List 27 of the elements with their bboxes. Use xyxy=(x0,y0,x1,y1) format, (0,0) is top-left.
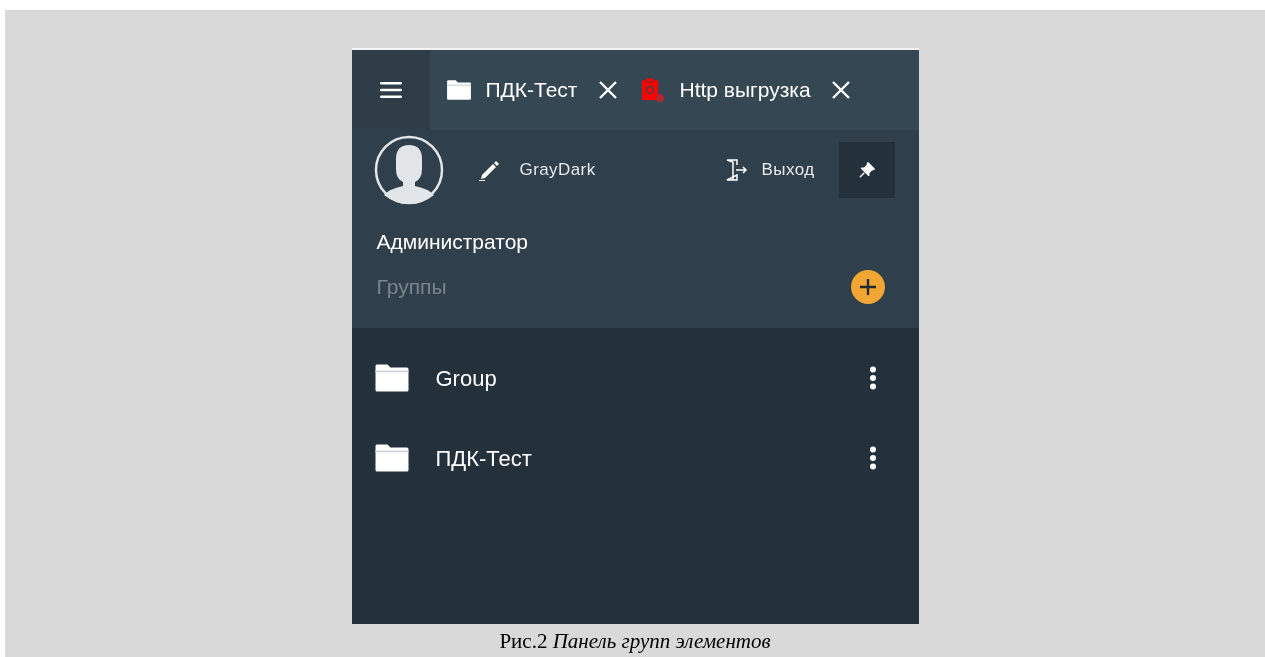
groups-heading: Группы xyxy=(376,273,447,300)
pin-icon xyxy=(857,161,876,179)
figure-caption: Рис.2 Панель групп элементов xyxy=(499,627,771,655)
theme-button[interactable]: GrayDark xyxy=(477,157,596,183)
close-icon[interactable] xyxy=(597,80,618,100)
tab[interactable]: Http выгрузка xyxy=(623,50,857,130)
menu-icon xyxy=(379,81,402,99)
folder-icon xyxy=(373,443,410,473)
more-icon[interactable] xyxy=(868,446,877,470)
tab-label: Http выгрузка xyxy=(679,77,811,104)
user-name: Администратор xyxy=(375,229,529,255)
folder-icon xyxy=(445,79,472,101)
more-icon[interactable] xyxy=(868,366,877,390)
avatar-icon xyxy=(373,135,444,205)
logout-button[interactable]: Выход xyxy=(723,157,815,183)
close-icon[interactable] xyxy=(830,80,851,100)
pencil-icon xyxy=(477,159,500,181)
pin-button[interactable] xyxy=(838,142,895,198)
folder-icon xyxy=(373,363,410,393)
tab[interactable]: ПДК-Тест xyxy=(429,50,624,130)
plus-icon xyxy=(857,276,878,297)
add-group-button[interactable] xyxy=(850,269,885,304)
group-item[interactable]: ПДК-Тест xyxy=(351,418,919,498)
menu-button[interactable] xyxy=(351,50,430,130)
clipboard-icon xyxy=(639,77,666,103)
group-item[interactable]: Group xyxy=(351,338,919,418)
tab-label: ПДК-Тест xyxy=(485,77,578,104)
